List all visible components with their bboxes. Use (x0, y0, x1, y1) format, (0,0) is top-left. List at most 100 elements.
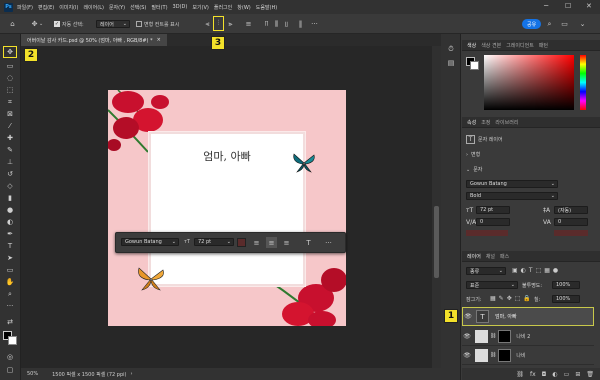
tab-adjustments[interactable]: 조정 (481, 119, 490, 126)
layer-row-text[interactable]: 👁 T 엄마, 아빠 (462, 307, 594, 326)
clone-stamp-icon[interactable]: ⊥ (4, 157, 16, 167)
link-layers-icon[interactable]: ⛓ (516, 371, 524, 378)
menu-file[interactable]: 파일(F) (17, 4, 33, 11)
menu-edit[interactable]: 편집(E) (38, 4, 54, 11)
history-panel-icon[interactable]: ⏱ (445, 44, 457, 54)
fx-icon[interactable]: fx (530, 371, 536, 378)
layer-row-butterfly-2[interactable]: 👁 ⛓ 나비 2 (462, 327, 594, 346)
menu-window[interactable]: 창(W) (237, 4, 250, 11)
align-left-icon[interactable]: ⫷ (203, 18, 212, 30)
eye-icon[interactable]: 👁 (462, 352, 472, 359)
object-select-icon[interactable]: ⬚ (4, 85, 16, 95)
healing-brush-icon[interactable]: ✚ (4, 133, 16, 143)
swatches-panel-icon[interactable]: ▤ (445, 58, 457, 68)
rectangle-tool-icon[interactable]: ▭ (4, 265, 16, 275)
tab-swatches[interactable]: 색상 견본 (481, 42, 501, 49)
dropdown-icon[interactable]: ⌄ (578, 18, 587, 30)
workspace-icon[interactable]: ▭ (560, 18, 569, 30)
auto-select-checkbox[interactable]: ✓ 자동 선택: (54, 18, 84, 30)
close-tab-icon[interactable]: × (157, 37, 161, 43)
share-button[interactable]: 공유 (522, 19, 542, 29)
crop-tool-icon[interactable]: ⌗ (4, 97, 16, 107)
lasso-tool-icon[interactable]: ◌ (4, 73, 16, 83)
properties-font-dropdown[interactable]: Gowun Batang ⌄ (466, 180, 558, 188)
menu-view[interactable]: 보기(V) (192, 4, 209, 11)
search-icon[interactable]: ⌕ (545, 18, 554, 30)
move-tool-icon[interactable]: ✥ (3, 46, 17, 58)
auto-select-dropdown[interactable]: 레이어 ⌄ (96, 20, 130, 28)
properties-style-dropdown[interactable]: Bold ⌄ (466, 192, 558, 200)
color-field[interactable] (484, 55, 574, 110)
menu-type[interactable]: 문자(Y) (109, 4, 125, 11)
zoom-tool-icon[interactable]: ⌕ (4, 289, 16, 299)
distribute-icon[interactable]: ≡ (244, 18, 253, 30)
layer-filter-dropdown[interactable]: 종류 ⌄ (466, 267, 506, 275)
brush-tool-icon[interactable]: ✎ (4, 145, 16, 155)
align-text-right-icon[interactable]: ≡ (282, 238, 291, 247)
background-color-swatch[interactable] (8, 336, 17, 345)
transform-controls-checkbox[interactable]: 변형 컨트롤 표시 (136, 18, 179, 30)
swap-colors-icon[interactable]: ⇄ (4, 317, 16, 327)
context-more-icon[interactable]: ··· (324, 238, 333, 247)
text-transform-icon[interactable]: T (304, 238, 313, 247)
tab-patterns[interactable]: 패턴 (539, 42, 548, 49)
context-font-dropdown[interactable]: Gowun Batang ⌄ (121, 238, 179, 246)
tab-libraries[interactable]: 라이브러리 (495, 119, 518, 126)
home-icon[interactable]: ⌂ (8, 18, 17, 30)
status-arrow-icon[interactable]: › (130, 371, 132, 377)
layer-filter-icons[interactable]: ▣◐T⬚▦● (512, 267, 561, 274)
vertical-scrollbar[interactable] (432, 46, 441, 370)
gradient-tool-icon[interactable]: ▮ (4, 193, 16, 203)
zoom-level[interactable]: 50% (27, 371, 38, 377)
minimize-icon[interactable]: ─ (544, 2, 548, 10)
transform-section[interactable]: › 변형 (466, 151, 480, 159)
align-bottom-icon[interactable]: ⫫ (282, 18, 291, 30)
menu-plugins[interactable]: 플러그인 (214, 4, 232, 11)
dodge-tool-icon[interactable]: ◐ (4, 217, 16, 227)
delete-layer-icon[interactable]: 🗑 (586, 371, 594, 378)
menu-help[interactable]: 도움말(H) (256, 4, 277, 11)
align-text-left-icon[interactable]: ≡ (252, 238, 261, 247)
new-group-icon[interactable]: ▭ (564, 371, 570, 378)
layer-name[interactable]: 나비 2 (516, 333, 530, 340)
add-mask-icon[interactable]: ◘ (542, 371, 547, 378)
blur-tool-icon[interactable]: ● (4, 205, 16, 215)
menu-image[interactable]: 이미지(I) (59, 4, 78, 11)
document-canvas[interactable]: 엄마, 아빠 (108, 90, 346, 326)
layer-name[interactable]: 나비 (516, 352, 525, 359)
tab-channels[interactable]: 채널 (486, 253, 495, 260)
blend-mode-dropdown[interactable]: 표준 ⌄ (466, 281, 518, 289)
new-layer-icon[interactable]: ⊞ (575, 371, 580, 378)
context-size-field[interactable]: 72 pt ⌄ (194, 238, 234, 246)
scrollbar-thumb[interactable] (434, 206, 439, 278)
align-vcenter-icon[interactable]: ⫼ (272, 18, 281, 30)
align-text-center-icon[interactable]: ≡ (266, 237, 277, 248)
move-tool-preset[interactable]: ✥ ⌄ (30, 18, 44, 30)
hand-tool-icon[interactable]: ✋ (4, 277, 16, 287)
properties-color-swatch-2[interactable] (554, 230, 588, 236)
tab-color[interactable]: 색상 (467, 42, 476, 49)
align-right-icon[interactable]: ⫸ (226, 18, 235, 30)
panel-background-swatch[interactable] (470, 61, 479, 70)
fill-field[interactable]: 100% (552, 295, 580, 303)
text-color-swatch[interactable] (237, 238, 246, 247)
lock-icons[interactable]: ▦✎✥⬚🔒 (490, 295, 534, 302)
align-center-icon[interactable]: ⫶ (213, 16, 224, 31)
tab-gradients[interactable]: 그레이디언트 (506, 42, 534, 49)
more-tools-icon[interactable]: ··· (4, 301, 16, 311)
document-tab[interactable]: 어버이날 감사 카드.psd @ 50% (엄마, 아빠 , RGB/8#) *… (21, 34, 167, 46)
menu-layer[interactable]: 레이어(L) (83, 4, 104, 11)
adjustment-layer-icon[interactable]: ◐ (552, 371, 557, 378)
menu-3d[interactable]: 3D(D) (173, 4, 188, 10)
tab-properties[interactable]: 속성 (467, 119, 476, 126)
tab-paths[interactable]: 패스 (500, 253, 509, 260)
properties-kerning-field[interactable]: 0 (476, 218, 510, 226)
frame-tool-icon[interactable]: ⊠ (4, 109, 16, 119)
layer-name[interactable]: 엄마, 아빠 (495, 313, 517, 320)
hue-slider[interactable] (580, 55, 586, 110)
eye-icon[interactable]: 👁 (463, 313, 473, 320)
properties-leading-field[interactable]: (자동) (554, 206, 588, 214)
menu-select[interactable]: 선택(S) (130, 4, 146, 11)
pen-tool-icon[interactable]: ✒ (4, 229, 16, 239)
close-icon[interactable]: ✕ (586, 2, 592, 10)
